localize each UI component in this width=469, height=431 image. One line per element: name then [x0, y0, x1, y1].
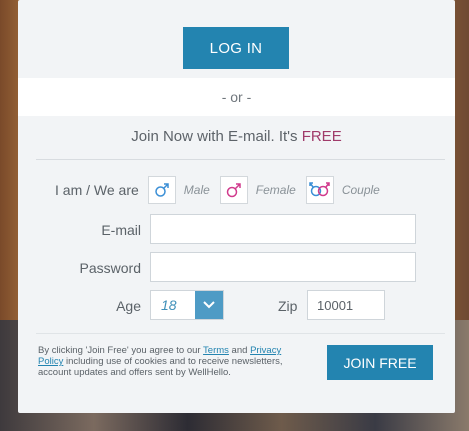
terms-link[interactable]: Terms: [203, 345, 229, 356]
legal-text-part: and: [228, 345, 251, 356]
email-input[interactable]: [150, 214, 416, 244]
female-option[interactable]: [219, 176, 248, 204]
divider: [36, 159, 445, 160]
age-value: 18: [161, 297, 177, 313]
join-free-button[interactable]: JOIN FREE: [327, 345, 433, 380]
signup-panel: LOG IN - or - Join Now with E-mail. It's…: [18, 0, 455, 413]
login-button[interactable]: LOG IN: [183, 27, 289, 69]
zip-label: Zip: [278, 298, 298, 314]
email-label: E-mail: [101, 222, 141, 238]
login-area: LOG IN: [18, 0, 455, 78]
join-heading-text: Join Now with E-mail. It's: [131, 128, 302, 145]
password-input[interactable]: [150, 252, 416, 282]
chevron-down-icon[interactable]: [195, 291, 223, 319]
legal-text-part: By clicking 'Join Free' you agree to our: [38, 345, 204, 356]
age-select[interactable]: 18: [150, 290, 224, 320]
or-separator: - or -: [18, 78, 455, 116]
zip-input[interactable]: 10001: [307, 290, 385, 320]
couple-label: Couple: [341, 183, 380, 197]
join-heading: Join Now with E-mail. It's FREE: [18, 128, 455, 145]
couple-option[interactable]: [305, 176, 334, 204]
password-label: Password: [79, 260, 141, 276]
gender-row: I am / We are Male Female Couple: [55, 176, 390, 204]
legal-text-part: including use of cookies and to receive …: [38, 356, 283, 378]
age-label: Age: [116, 298, 141, 314]
free-text: FREE: [301, 128, 342, 145]
gender-label: I am / We are: [55, 182, 139, 198]
male-option[interactable]: [147, 176, 176, 204]
divider: [36, 333, 445, 334]
female-label: Female: [255, 183, 296, 197]
male-icon: [155, 183, 169, 197]
legal-text: By clicking 'Join Free' you agree to our…: [38, 345, 296, 378]
couple-icon: [309, 182, 330, 197]
male-label: Male: [183, 183, 210, 197]
female-icon: [226, 183, 241, 198]
